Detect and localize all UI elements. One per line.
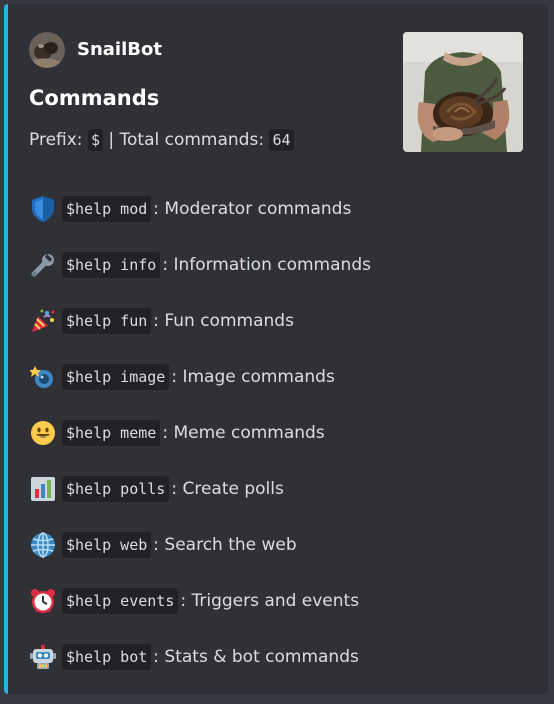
command-description: : Image commands [171, 367, 335, 387]
command-description: : Stats & bot commands [153, 647, 359, 667]
command-row-web: $help web : Search the web [28, 530, 528, 586]
prefix-line: Prefix: $ | Total commands: 64 [29, 125, 294, 155]
command-row-info: $help info : Information commands [28, 250, 528, 306]
party-popper-icon [28, 306, 58, 336]
help-embed: SnailBot Commands Prefix: $ | Total comm… [4, 4, 548, 694]
command-row-fun: $help fun : Fun commands [28, 306, 528, 362]
command-code: $help polls [62, 476, 170, 502]
command-description: : Triggers and events [180, 591, 360, 611]
camera-flash-icon [28, 362, 58, 392]
command-code: $help info [62, 252, 161, 278]
total-commands-label: | Total commands: [108, 130, 265, 150]
command-row-image: $help image : Image commands [28, 362, 528, 418]
command-code: $help fun [62, 308, 152, 334]
shield-icon [28, 194, 58, 224]
command-code: $help events [62, 588, 179, 614]
smiley-icon [28, 418, 58, 448]
author-name[interactable]: SnailBot [77, 32, 162, 68]
robot-icon [28, 642, 58, 672]
command-row-polls: $help polls : Create polls [28, 474, 528, 530]
command-row-events: $help events : Triggers and events [28, 586, 528, 642]
bar-chart-icon [28, 474, 58, 504]
prefix-value: $ [87, 129, 103, 151]
command-description: : Meme commands [162, 423, 325, 443]
command-code: $help image [62, 364, 170, 390]
embed-author: SnailBot [29, 32, 162, 68]
wrench-icon [28, 250, 58, 280]
command-row-bot: $help bot : Stats & bot commands [28, 642, 528, 694]
globe-icon [28, 530, 58, 560]
command-description: : Moderator commands [153, 199, 352, 219]
embed-accent-bar [4, 4, 8, 694]
command-code: $help bot [62, 644, 152, 670]
snail-photo-thumbnail[interactable] [403, 32, 523, 152]
command-row-mod: $help mod : Moderator commands [28, 194, 528, 250]
command-description: : Fun commands [153, 311, 294, 331]
command-code: $help web [62, 532, 152, 558]
snail-avatar-icon[interactable] [29, 32, 65, 68]
command-code: $help mod [62, 196, 152, 222]
command-row-meme: $help meme : Meme commands [28, 418, 528, 474]
command-description: : Create polls [171, 479, 284, 499]
command-description: : Search the web [153, 535, 297, 555]
alarm-clock-icon [28, 586, 58, 616]
command-description: : Information commands [162, 255, 371, 275]
total-commands-count: 64 [269, 129, 294, 151]
command-code: $help meme [62, 420, 161, 446]
commands-list: $help mod : Moderator commands $help inf… [28, 194, 528, 694]
prefix-label: Prefix: [29, 130, 83, 150]
embed-title: Commands [29, 86, 160, 110]
